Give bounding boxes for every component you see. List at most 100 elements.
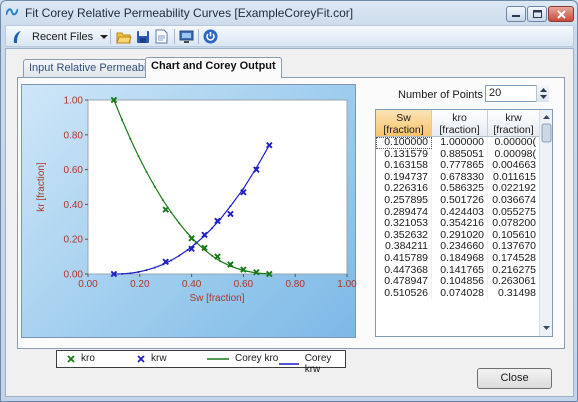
results-grid[interactable]: Sw [fraction] kro [fraction] krw [fracti… bbox=[375, 109, 553, 337]
monitor-button[interactable] bbox=[179, 28, 194, 45]
table-row[interactable]: 0.131579 0.885051 0.00098( bbox=[376, 148, 540, 161]
table-cell[interactable]: 0.055275 bbox=[488, 206, 540, 219]
table-cell[interactable]: 0.885051 bbox=[432, 148, 488, 161]
table-row[interactable]: 0.100000 1.000000 0.00000( bbox=[376, 137, 540, 149]
chart-legend: kro krw Corey kro Corey krw bbox=[56, 350, 346, 375]
table-cell[interactable]: 0.036674 bbox=[488, 194, 540, 207]
legend-kro-marker-icon bbox=[67, 354, 75, 363]
number-of-points-spinner[interactable] bbox=[536, 85, 549, 102]
open-file-button[interactable] bbox=[116, 28, 132, 45]
table-cell[interactable]: 0.194737 bbox=[376, 171, 432, 184]
table-cell[interactable]: 0.078200 bbox=[488, 218, 540, 230]
line-vertex bbox=[211, 227, 214, 230]
table-cell[interactable]: 0.174528 bbox=[488, 252, 540, 265]
save-button[interactable] bbox=[136, 28, 150, 45]
table-cell[interactable]: 0.004663 bbox=[488, 160, 540, 172]
recent-files-label: Recent Files bbox=[32, 30, 94, 43]
line-vertex bbox=[145, 269, 148, 272]
minimize-button[interactable] bbox=[506, 6, 526, 22]
table-cell[interactable]: 0.510526 bbox=[376, 287, 432, 300]
table-row[interactable]: 0.447368 0.141765 0.216275 bbox=[376, 264, 540, 277]
table-cell[interactable]: 0.354216 bbox=[432, 218, 488, 230]
legend-krw-marker-icon bbox=[137, 354, 145, 363]
line-vertex bbox=[194, 242, 197, 245]
table-cell[interactable]: 0.131579 bbox=[376, 148, 432, 161]
table-cell[interactable]: 0.00098( bbox=[488, 148, 540, 161]
table-cell[interactable]: 0.586325 bbox=[432, 183, 488, 195]
column-header-sw-unit: [fraction] bbox=[383, 124, 424, 136]
table-cell[interactable]: 0.291020 bbox=[432, 229, 488, 242]
legend-corey-krw: Corey krw bbox=[279, 353, 345, 375]
table-cell[interactable]: 0.104856 bbox=[432, 276, 488, 288]
table-cell[interactable]: 0.011615 bbox=[488, 171, 540, 184]
table-row[interactable]: 0.321053 0.354216 0.078200 bbox=[376, 218, 540, 230]
column-header-kro[interactable]: kro [fraction] bbox=[432, 110, 488, 137]
table-row[interactable]: 0.163158 0.777865 0.004663 bbox=[376, 160, 540, 172]
table-cell[interactable]: 0.163158 bbox=[376, 160, 432, 172]
line-vertex bbox=[242, 187, 245, 190]
x-tick-label: 0.80 bbox=[285, 279, 305, 290]
column-header-sw[interactable]: Sw [fraction] bbox=[376, 110, 432, 137]
table-cell[interactable]: 0.074028 bbox=[432, 287, 488, 300]
table-cell[interactable]: 0.501726 bbox=[432, 194, 488, 207]
power-icon bbox=[203, 29, 218, 44]
column-header-kro-unit: [fraction] bbox=[439, 124, 480, 136]
table-cell[interactable]: 0.141765 bbox=[432, 264, 488, 277]
table-cell[interactable]: 0.415789 bbox=[376, 252, 432, 265]
table-cell[interactable]: 0.321053 bbox=[376, 218, 432, 230]
close-window-button[interactable] bbox=[548, 6, 574, 22]
line-vertex bbox=[129, 272, 132, 275]
table-row[interactable]: 0.384211 0.234660 0.137670 bbox=[376, 241, 540, 253]
table-cell[interactable]: 0.384211 bbox=[376, 241, 432, 253]
table-cell[interactable]: 0.022192 bbox=[488, 183, 540, 195]
tab-chart-and-corey-output[interactable]: Chart and Corey Output bbox=[145, 57, 282, 78]
legend-corey-kro: Corey kro bbox=[207, 353, 278, 364]
save-icon bbox=[137, 30, 149, 43]
table-row[interactable]: 0.352632 0.291020 0.105610 bbox=[376, 229, 540, 242]
table-cell[interactable]: 0.678330 bbox=[432, 171, 488, 184]
document-button[interactable] bbox=[155, 28, 168, 45]
table-cell[interactable]: 0.105610 bbox=[488, 229, 540, 242]
table-row[interactable]: 0.194737 0.678330 0.011615 bbox=[376, 171, 540, 184]
app-wave-icon bbox=[6, 8, 18, 16]
grid-vertical-scrollbar[interactable] bbox=[539, 110, 552, 336]
table-cell[interactable]: 0.226316 bbox=[376, 183, 432, 195]
table-cell[interactable]: 0.447368 bbox=[376, 264, 432, 277]
table-cell[interactable]: 0.478947 bbox=[376, 276, 432, 288]
table-cell[interactable]: 0.352632 bbox=[376, 229, 432, 242]
grid-body: 0.100000 1.000000 0.00000(0.131579 0.885051… bbox=[376, 137, 540, 300]
line-vertex bbox=[137, 154, 140, 157]
maximize-button[interactable] bbox=[527, 6, 547, 22]
table-cell[interactable]: 0.184968 bbox=[432, 252, 488, 265]
table-cell[interactable]: 0.424403 bbox=[432, 206, 488, 219]
table-cell[interactable]: 0.289474 bbox=[376, 206, 432, 219]
toolbar: Recent Files bbox=[5, 25, 574, 47]
document-icon bbox=[155, 29, 168, 44]
table-cell[interactable]: 0.137670 bbox=[488, 241, 540, 253]
line-vertex bbox=[145, 170, 148, 173]
column-header-krw[interactable]: krw [fraction] bbox=[488, 110, 540, 137]
close-button[interactable]: Close bbox=[477, 368, 552, 389]
open-folder-icon bbox=[116, 32, 132, 43]
table-cell[interactable]: 0.777865 bbox=[432, 160, 488, 172]
table-row[interactable]: 0.415789 0.184968 0.174528 bbox=[376, 252, 540, 265]
table-cell[interactable]: 0.216275 bbox=[488, 264, 540, 277]
table-cell[interactable]: 0.257895 bbox=[376, 194, 432, 207]
table-row[interactable]: 0.226316 0.586325 0.022192 bbox=[376, 183, 540, 195]
table-cell[interactable]: 1.000000 bbox=[432, 137, 488, 149]
power-button[interactable] bbox=[203, 28, 218, 45]
table-row[interactable]: 0.478947 0.104856 0.263061 bbox=[376, 276, 540, 288]
table-row[interactable]: 0.289474 0.424403 0.055275 bbox=[376, 206, 540, 219]
recent-files-dropdown[interactable]: Recent Files bbox=[32, 28, 109, 45]
table-cell[interactable]: 0.00000( bbox=[488, 137, 540, 149]
table-cell[interactable]: 0.263061 bbox=[488, 276, 540, 288]
table-cell[interactable]: 0.31498 bbox=[488, 287, 540, 300]
line-vertex bbox=[178, 254, 181, 257]
table-row[interactable]: 0.257895 0.501726 0.036674 bbox=[376, 194, 540, 207]
table-row[interactable]: 0.510526 0.074028 0.31498 bbox=[376, 287, 540, 300]
x-tick-label: 0.40 bbox=[182, 279, 202, 290]
y-tick-label: 0.80 bbox=[64, 130, 84, 141]
chevron-down-icon bbox=[100, 34, 109, 39]
table-cell[interactable]: 0.234660 bbox=[432, 241, 488, 253]
table-cell[interactable]: 0.100000 bbox=[376, 137, 432, 149]
